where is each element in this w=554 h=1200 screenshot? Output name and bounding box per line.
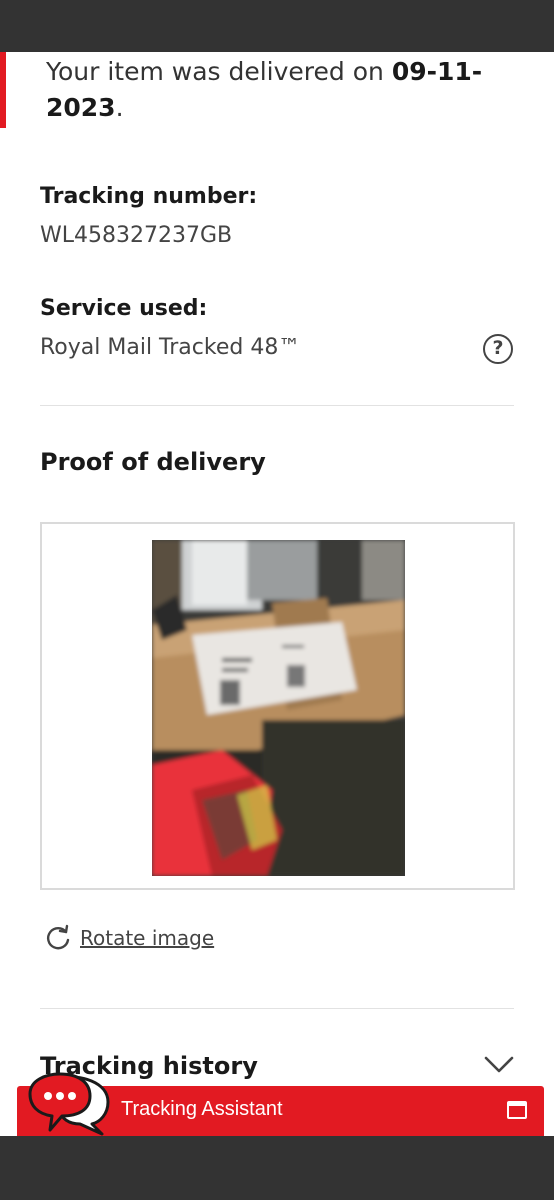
delivery-message-suffix: . bbox=[115, 93, 124, 122]
delivered-accent-strip bbox=[0, 52, 6, 128]
delivery-message-prefix: Your item was delivered on bbox=[46, 57, 392, 86]
tracking-number-label: Tracking number: bbox=[40, 184, 258, 209]
tracking-assistant-label: Tracking Assistant bbox=[121, 1098, 283, 1120]
maximize-window-icon[interactable] bbox=[507, 1101, 527, 1119]
proof-of-delivery-photo[interactable] bbox=[152, 540, 405, 876]
system-navigation-bar bbox=[0, 1136, 554, 1200]
chevron-down-icon[interactable] bbox=[482, 1052, 516, 1076]
rotate-image-link[interactable]: Rotate image bbox=[80, 926, 214, 950]
proof-of-delivery-title: Proof of delivery bbox=[40, 448, 266, 476]
question-circle-icon[interactable]: ? bbox=[483, 334, 513, 364]
section-divider bbox=[40, 405, 514, 406]
tracking-number-value: WL458327237GB bbox=[40, 223, 233, 248]
service-used-value: Royal Mail Tracked 48™ bbox=[40, 335, 301, 360]
delivery-status-message: Your item was delivered on 09-11-2023. bbox=[46, 54, 486, 126]
rotate-image-control[interactable]: Rotate image bbox=[44, 922, 214, 954]
proof-of-delivery-frame bbox=[40, 522, 515, 890]
service-used-label: Service used: bbox=[40, 296, 208, 321]
system-status-bar bbox=[0, 0, 554, 52]
rotate-icon bbox=[47, 924, 70, 950]
section-divider bbox=[40, 1008, 514, 1009]
delivery-photo-illustration bbox=[152, 540, 405, 876]
chat-bubble-icon[interactable] bbox=[22, 1072, 112, 1136]
